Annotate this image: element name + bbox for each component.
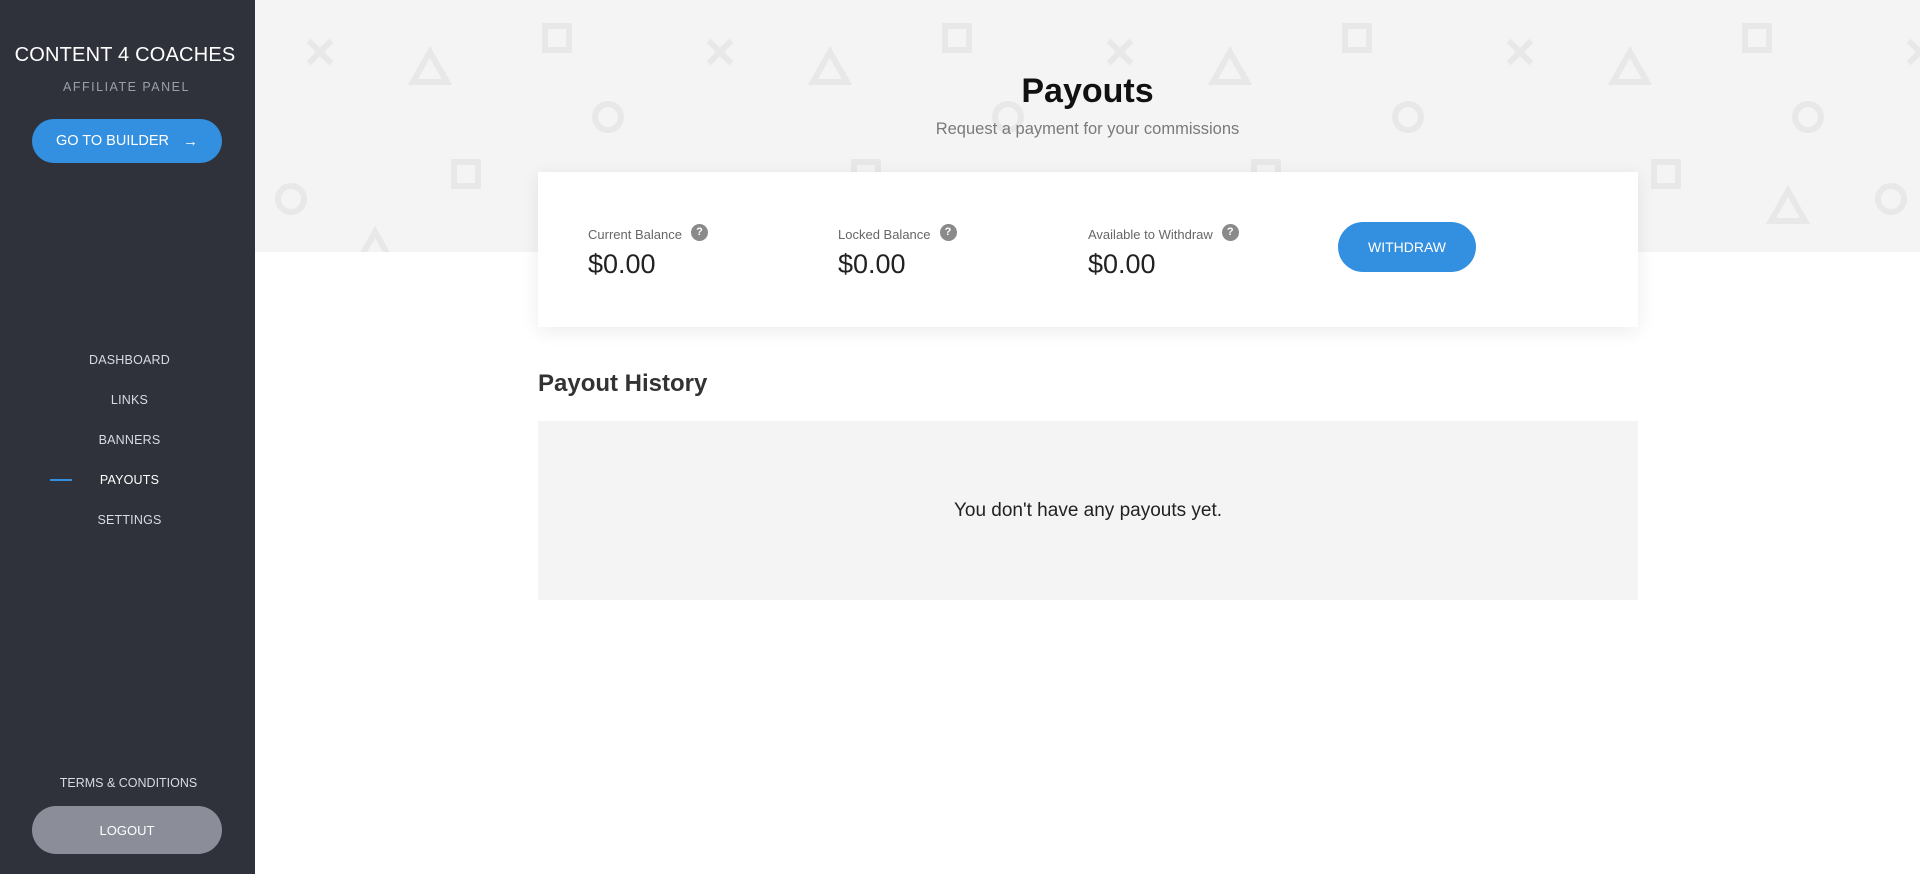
active-indicator: [50, 479, 72, 481]
x-shape: [1106, 38, 1134, 66]
available-balance-label: Available to Withdraw: [1088, 226, 1213, 242]
brand-subtitle: AFFILIATE PANEL: [63, 80, 190, 94]
sidebar-item-label: BANNERS: [98, 433, 161, 447]
stat-label-row: Locked Balance ?: [838, 223, 957, 244]
go-to-builder-label: GO TO BUILDER: [55, 133, 170, 149]
triangle-shape: [1765, 184, 1811, 224]
terms-and-conditions-link[interactable]: TERMS & CONDITIONS: [0, 776, 257, 790]
square-shape: [451, 159, 481, 189]
brand-title: CONTENT 4 COACHES: [14, 44, 236, 66]
stat-label-row: Current Balance ?: [588, 223, 708, 244]
sidebar-item-dashboard[interactable]: DASHBOARD: [0, 340, 255, 380]
square-shape: [1742, 23, 1772, 53]
sidebar-item-label: LINKS: [110, 393, 149, 407]
page-title: Payouts: [1021, 72, 1154, 110]
current-balance-value: $0.00: [588, 249, 656, 279]
sidebar-item-payouts[interactable]: PAYOUTS: [0, 460, 255, 500]
help-icon[interactable]: ?: [1221, 223, 1239, 241]
payout-history-empty-state: You don't have any payouts yet.: [538, 421, 1638, 600]
current-balance-stat: Current Balance ? $0.00: [588, 223, 708, 280]
sidebar: CONTENT 4 COACHES AFFILIATE PANEL GO TO …: [0, 0, 255, 874]
logout-button[interactable]: LOGOUT: [32, 806, 222, 854]
help-icon[interactable]: ?: [939, 223, 957, 241]
locked-balance-value: $0.00: [838, 249, 906, 279]
circle-shape: [275, 183, 307, 215]
square-shape: [1342, 23, 1372, 53]
x-shape: [1506, 38, 1534, 66]
circle-shape: [1875, 183, 1907, 215]
sidebar-item-links[interactable]: LINKS: [0, 380, 255, 420]
arrow-right-icon: →: [183, 132, 199, 150]
square-shape: [542, 23, 572, 53]
sidebar-item-banners[interactable]: BANNERS: [0, 420, 255, 460]
balance-card: Current Balance ? $0.00 Locked Balance ?…: [538, 172, 1638, 327]
page-subtitle: Request a payment for your commissions: [935, 120, 1240, 138]
triangle-shape: [360, 225, 390, 252]
sidebar-item-label: DASHBOARD: [89, 353, 170, 367]
empty-message: You don't have any payouts yet.: [953, 499, 1223, 521]
square-shape: [1651, 159, 1681, 189]
go-to-builder-button[interactable]: GO TO BUILDER →: [32, 119, 222, 163]
sidebar-item-settings[interactable]: SETTINGS: [0, 500, 255, 540]
locked-balance-label: Locked Balance: [838, 226, 931, 242]
sidebar-nav: DASHBOARD LINKS BANNERS PAYOUTS SETTINGS: [0, 340, 255, 540]
available-balance-value: $0.00: [1088, 249, 1156, 279]
x-shape: [1906, 38, 1920, 66]
x-shape: [706, 38, 734, 66]
available-balance-stat: Available to Withdraw ? $0.00: [1088, 223, 1239, 280]
square-shape: [942, 23, 972, 53]
current-balance-label: Current Balance: [588, 226, 682, 242]
stat-label-row: Available to Withdraw ?: [1088, 223, 1239, 244]
help-icon[interactable]: ?: [690, 223, 708, 241]
payout-history-title: Payout History: [538, 370, 708, 397]
sidebar-item-label: SETTINGS: [97, 513, 162, 527]
sidebar-item-label: PAYOUTS: [99, 473, 160, 487]
withdraw-button[interactable]: WITHDRAW: [1338, 222, 1476, 272]
locked-balance-stat: Locked Balance ? $0.00: [838, 223, 957, 280]
x-shape: [306, 38, 334, 66]
